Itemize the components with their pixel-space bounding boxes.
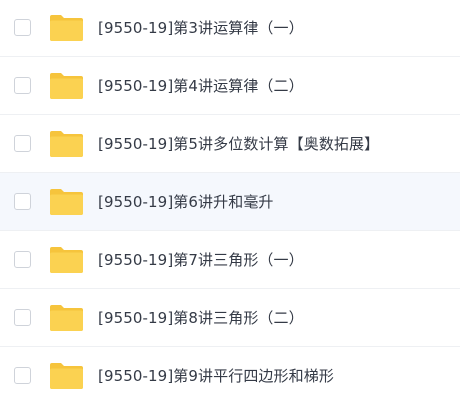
folder-icon[interactable] bbox=[49, 72, 84, 100]
file-name[interactable]: [9550-19]第6讲升和毫升 bbox=[98, 191, 274, 212]
row-checkbox[interactable] bbox=[14, 309, 31, 326]
row-checkbox[interactable] bbox=[14, 251, 31, 268]
folder-icon[interactable] bbox=[49, 130, 84, 158]
file-name[interactable]: [9550-19]第4讲运算律（二） bbox=[98, 75, 304, 96]
file-row[interactable]: [9550-19]第9讲平行四边形和梯形 bbox=[0, 347, 460, 403]
row-checkbox[interactable] bbox=[14, 135, 31, 152]
row-checkbox[interactable] bbox=[14, 193, 31, 210]
file-name[interactable]: [9550-19]第8讲三角形（二） bbox=[98, 307, 304, 328]
file-row[interactable]: [9550-19]第7讲三角形（一） bbox=[0, 231, 460, 289]
file-row[interactable]: [9550-19]第3讲运算律（一） bbox=[0, 0, 460, 57]
row-checkbox[interactable] bbox=[14, 19, 31, 36]
file-list: [9550-19]第3讲运算律（一） [9550-19]第4讲运算律（二） [9… bbox=[0, 0, 460, 402]
file-name[interactable]: [9550-19]第5讲多位数计算【奥数拓展】 bbox=[98, 133, 379, 154]
file-name[interactable]: [9550-19]第3讲运算律（一） bbox=[98, 17, 304, 38]
folder-icon[interactable] bbox=[49, 304, 84, 332]
file-row[interactable]: [9550-19]第8讲三角形（二） bbox=[0, 289, 460, 347]
file-name[interactable]: [9550-19]第7讲三角形（一） bbox=[98, 249, 304, 270]
folder-icon[interactable] bbox=[49, 362, 84, 390]
folder-icon[interactable] bbox=[49, 246, 84, 274]
row-checkbox[interactable] bbox=[14, 367, 31, 384]
file-row[interactable]: [9550-19]第5讲多位数计算【奥数拓展】 bbox=[0, 115, 460, 173]
row-checkbox[interactable] bbox=[14, 77, 31, 94]
file-name[interactable]: [9550-19]第9讲平行四边形和梯形 bbox=[98, 365, 334, 386]
file-row-hovered[interactable]: [9550-19]第6讲升和毫升 bbox=[0, 173, 460, 231]
folder-icon[interactable] bbox=[49, 188, 84, 216]
file-row[interactable]: [9550-19]第4讲运算律（二） bbox=[0, 57, 460, 115]
folder-icon[interactable] bbox=[49, 14, 84, 42]
